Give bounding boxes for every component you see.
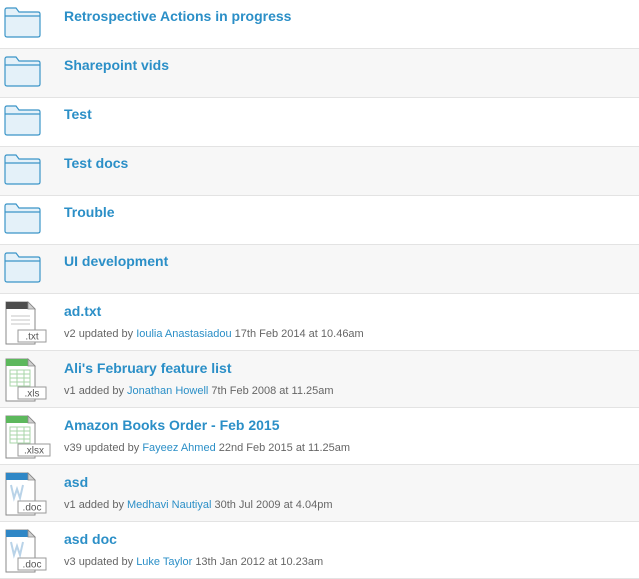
folder-icon — [4, 7, 41, 38]
file-date: 22nd Feb 2015 at 11.25am — [218, 442, 351, 454]
file-date: 7th Feb 2008 at 11.25am — [211, 385, 334, 397]
xlsx-file-icon: .xlsx — [4, 415, 51, 459]
file-row[interactable]: .doc asd doc v3 updated by Luke Taylor 1… — [0, 522, 639, 579]
file-ext-label: .doc — [23, 560, 42, 571]
file-row[interactable]: .doc asd v1 added by Medhavi Nautiyal 30… — [0, 465, 639, 522]
folder-name[interactable]: Retrospective Actions in progress — [64, 8, 291, 24]
file-meta: v39 updated by Fayeez Ahmed 22nd Feb 201… — [64, 442, 350, 454]
file-list: Retrospective Actions in progress Sharep… — [0, 0, 639, 579]
file-action: updated by — [78, 556, 134, 568]
file-row[interactable]: .xls Ali's February feature list v1 adde… — [0, 351, 639, 408]
file-meta: v3 updated by Luke Taylor 13th Jan 2012 … — [64, 556, 323, 568]
doc-file-icon: .doc — [4, 472, 51, 516]
file-action: added by — [78, 499, 124, 511]
file-row[interactable]: .xlsx Amazon Books Order - Feb 2015 v39 … — [0, 408, 639, 465]
file-name[interactable]: ad.txt — [64, 303, 101, 319]
folder-row[interactable]: Retrospective Actions in progress — [0, 0, 639, 49]
file-date: 30th Jul 2009 at 4.04pm — [214, 499, 333, 511]
folder-row[interactable]: Test — [0, 98, 639, 147]
file-user-link[interactable]: Medhavi Nautiyal — [127, 499, 211, 511]
folder-row[interactable]: Trouble — [0, 196, 639, 245]
folder-icon — [4, 203, 41, 234]
file-ext-label: .txt — [25, 332, 39, 343]
file-version: v1 — [64, 385, 76, 397]
file-meta: v2 updated by Ioulia Anastasiadou 17th F… — [64, 328, 364, 340]
file-name[interactable]: asd — [64, 474, 88, 490]
file-date: 13th Jan 2012 at 10.23am — [195, 556, 324, 568]
file-name[interactable]: Ali's February feature list — [64, 360, 232, 376]
file-version: v39 — [64, 442, 82, 454]
txt-file-icon: .txt — [4, 301, 51, 345]
folder-icon — [4, 154, 41, 185]
file-action: updated by — [78, 328, 134, 340]
folder-row[interactable]: UI development — [0, 245, 639, 294]
file-version: v3 — [64, 556, 76, 568]
folder-name[interactable]: Test — [64, 106, 92, 122]
file-user-link[interactable]: Ioulia Anastasiadou — [136, 328, 231, 340]
file-action: updated by — [84, 442, 140, 454]
folder-name[interactable]: Trouble — [64, 204, 115, 220]
file-name[interactable]: asd doc — [64, 531, 117, 547]
folder-name[interactable]: Test docs — [64, 155, 128, 171]
file-name[interactable]: Amazon Books Order - Feb 2015 — [64, 417, 280, 433]
folder-name[interactable]: UI development — [64, 253, 168, 269]
folder-name[interactable]: Sharepoint vids — [64, 57, 169, 73]
folder-icon — [4, 56, 41, 87]
file-user-link[interactable]: Luke Taylor — [136, 556, 192, 568]
doc-file-icon: .doc — [4, 529, 51, 573]
file-meta: v1 added by Medhavi Nautiyal 30th Jul 20… — [64, 499, 332, 511]
file-row[interactable]: .txt ad.txt v2 updated by Ioulia Anastas… — [0, 294, 639, 351]
file-ext-label: .doc — [23, 503, 42, 514]
file-ext-label: .xls — [25, 389, 40, 400]
xls-file-icon: .xls — [4, 358, 51, 402]
folder-icon — [4, 252, 41, 283]
folder-row[interactable]: Test docs — [0, 147, 639, 196]
file-action: added by — [78, 385, 124, 397]
folder-icon — [4, 105, 41, 136]
file-user-link[interactable]: Fayeez Ahmed — [142, 442, 215, 454]
file-user-link[interactable]: Jonathan Howell — [127, 385, 208, 397]
file-ext-label: .xlsx — [24, 446, 44, 457]
file-date: 17th Feb 2014 at 10.46am — [234, 328, 364, 340]
file-version: v2 — [64, 328, 76, 340]
file-meta: v1 added by Jonathan Howell 7th Feb 2008… — [64, 385, 334, 397]
folder-row[interactable]: Sharepoint vids — [0, 49, 639, 98]
file-version: v1 — [64, 499, 76, 511]
